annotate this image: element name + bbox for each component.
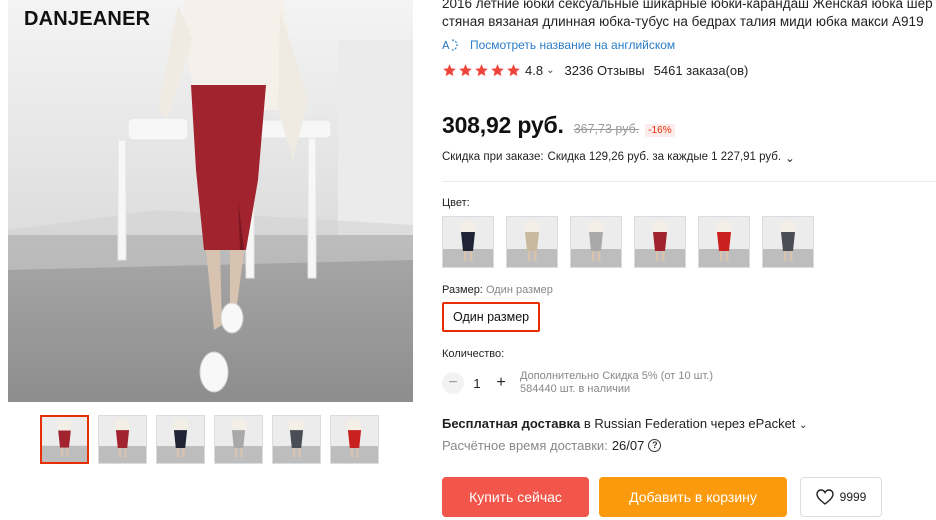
chevron-down-icon: ⌄ <box>785 153 795 165</box>
quantity-increase-button[interactable]: + <box>490 372 512 394</box>
wishlist-button[interactable]: 9999 <box>800 477 882 517</box>
gallery-thumbnail[interactable] <box>156 415 205 464</box>
heart-icon <box>815 489 834 505</box>
eta-date: 26/07 <box>611 438 645 453</box>
thumbnail-strip <box>40 415 379 464</box>
gallery-thumbnail[interactable] <box>272 415 321 464</box>
bulk-discount-note: Дополнительно Скидка 5% (от 10 шт.) <box>520 370 714 382</box>
color-swatch-beige[interactable] <box>506 216 558 268</box>
shipping-destination: в Russian Federation через ePacket <box>583 416 796 431</box>
star-icon <box>459 64 472 77</box>
translate-link-text: Посмотреть название на английском <box>470 38 676 52</box>
product-title-line-2: стяная вязаная длинная юбка-тубус на бед… <box>442 14 924 29</box>
buy-now-button[interactable]: Купить сейчас <box>442 477 589 517</box>
promo-label: Скидка при заказе: <box>442 151 544 163</box>
product-photo <box>8 0 413 402</box>
size-option-one-size[interactable]: Один размер <box>442 302 541 332</box>
product-title-line-1: 2016 летние юбки сексуальные шикарные юб… <box>442 0 933 11</box>
eta-label: Расчётное время доставки: <box>442 438 608 453</box>
gallery-thumbnail[interactable] <box>214 415 263 464</box>
rating-value: 4.8 <box>525 63 544 78</box>
quantity-label: Количество: <box>442 348 505 360</box>
discount-badge: -16% <box>645 124 675 137</box>
color-swatches <box>442 216 814 268</box>
product-gallery: DANJEANER <box>0 0 420 520</box>
store-promo[interactable]: Скидка при заказе: Скидка 129,26 руб. за… <box>442 151 795 165</box>
color-swatch-gray[interactable] <box>570 216 622 268</box>
size-label: Размер: Один размер <box>442 284 553 296</box>
stock-note: 584440 шт. в наличии <box>520 383 631 395</box>
orders-count: 5461 заказа(ов) <box>653 63 749 78</box>
add-to-cart-button[interactable]: Добавить в корзину <box>599 477 787 517</box>
gallery-thumbnail[interactable] <box>98 415 147 464</box>
quantity-notes: Дополнительно Скидка 5% (от 10 шт.) 5844… <box>520 370 713 396</box>
shipping-info[interactable]: Бесплатная доставка в Russian Federation… <box>442 416 807 431</box>
size-label-text: Размер: <box>442 284 483 296</box>
help-icon[interactable]: ? <box>648 439 662 452</box>
quantity-stepper: − 1 + Дополнительно Скидка 5% (от 10 шт.… <box>442 370 713 396</box>
main-product-image[interactable]: DANJEANER <box>8 0 413 402</box>
chevron-down-icon: ⌄ <box>799 420 808 431</box>
color-swatch-wine-red[interactable] <box>634 216 686 268</box>
star-icon <box>475 64 488 77</box>
gallery-thumbnail[interactable] <box>330 415 379 464</box>
star-icon <box>491 64 504 77</box>
divider <box>442 181 936 182</box>
wishlist-count: 9999 <box>839 490 867 504</box>
quantity-decrease-button[interactable]: − <box>442 372 464 394</box>
color-label: Цвет: <box>442 197 470 209</box>
svg-text:A: A <box>442 39 450 52</box>
current-price: 308,92 руб. <box>442 112 564 138</box>
star-icon <box>507 64 520 77</box>
delivery-eta: Расчётное время доставки: 26/07 ? <box>442 438 662 453</box>
brand-logo: DANJEANER <box>24 8 151 30</box>
color-swatch-red[interactable] <box>698 216 750 268</box>
size-selected-value: Один размер <box>485 284 553 296</box>
free-shipping-label: Бесплатная доставка <box>442 416 581 431</box>
product-info: 2016 летние юбки сексуальные шикарные юб… <box>442 0 936 520</box>
color-swatch-dark-gray[interactable] <box>762 216 814 268</box>
chevron-down-icon[interactable]: ⌄ <box>546 65 554 76</box>
translate-icon: A <box>442 39 458 52</box>
price-row: 308,92 руб. 367,73 руб. -16% <box>442 112 675 139</box>
star-icon <box>443 64 456 77</box>
purchase-actions: Купить сейчас Добавить в корзину 9999 <box>442 477 882 517</box>
gallery-thumbnail[interactable] <box>40 415 89 464</box>
rating-row: 4.8 ⌄ 3236 Отзывы 5461 заказа(ов) <box>442 63 748 78</box>
reviews-link[interactable]: 3236 Отзывы <box>564 63 644 78</box>
color-swatch-black[interactable] <box>442 216 494 268</box>
promo-text: Скидка 129,26 руб. за каждые 1 227,91 ру… <box>547 151 782 163</box>
quantity-input[interactable]: 1 <box>464 376 490 391</box>
old-price: 367,73 руб. <box>573 122 640 136</box>
translate-title-link[interactable]: A Посмотреть название на английском <box>442 38 675 52</box>
rating-stars <box>442 63 521 78</box>
product-title: 2016 летние юбки сексуальные шикарные юб… <box>442 0 936 31</box>
